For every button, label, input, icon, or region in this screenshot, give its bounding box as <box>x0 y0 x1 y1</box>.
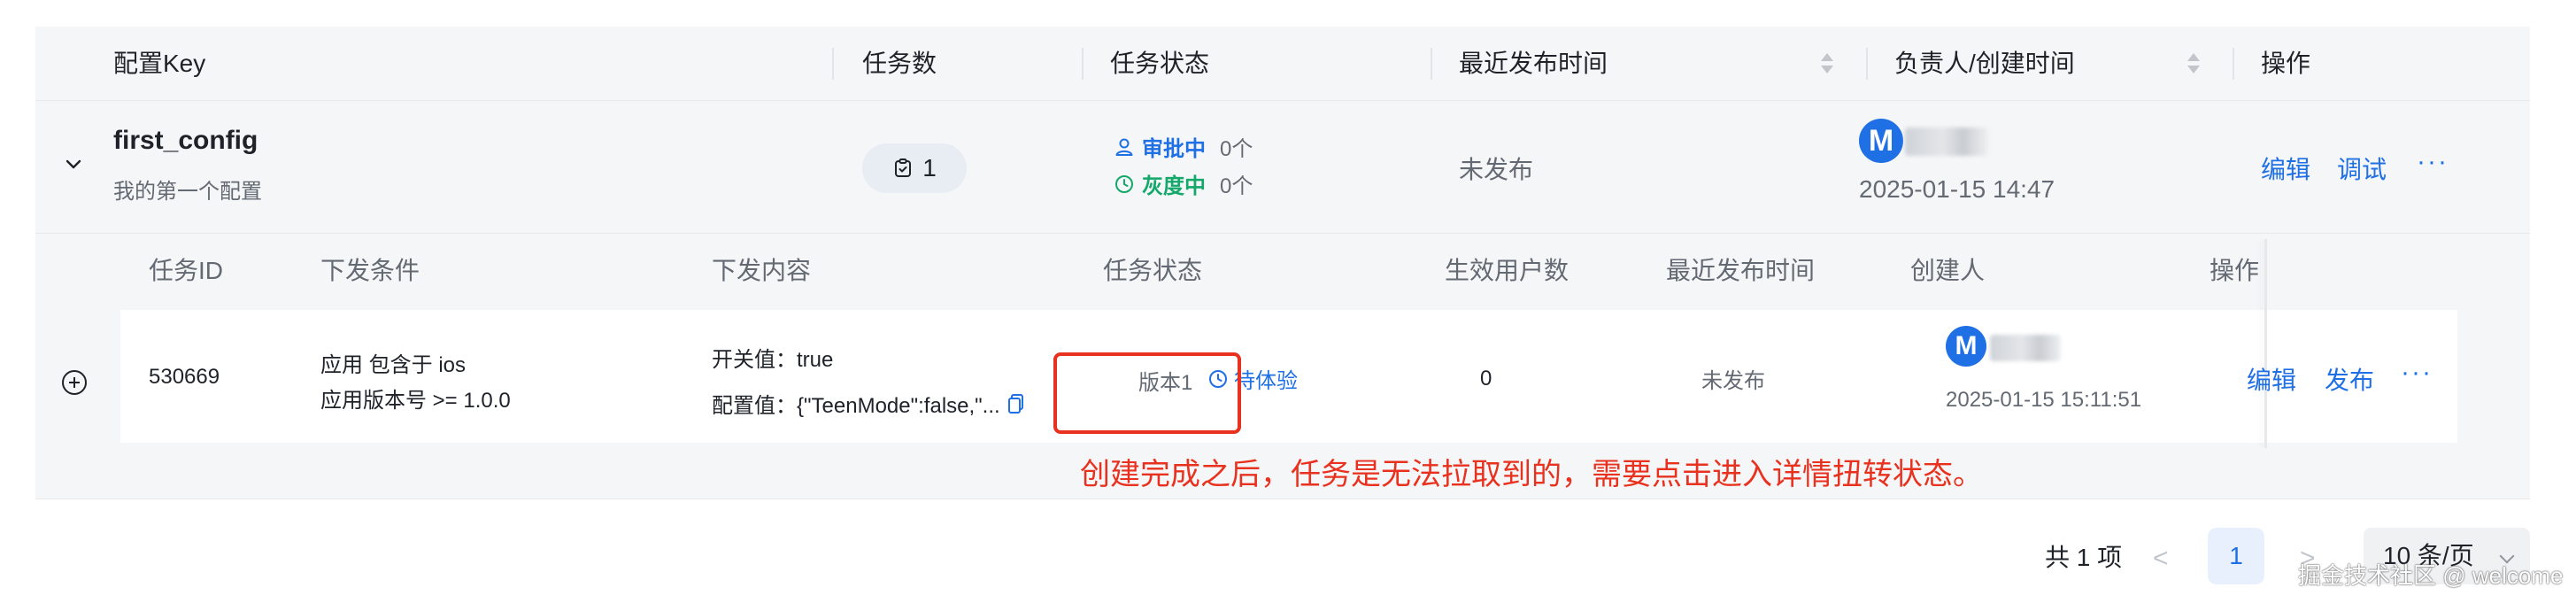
content-config: 配置值：{"TeenMode":false,"... <box>712 388 1025 419</box>
pagination-page-1[interactable]: 1 <box>2208 528 2264 584</box>
avatar: M <box>1946 326 1986 367</box>
status-approving-label: 审批中 <box>1142 137 1206 161</box>
debug-button[interactable]: 调试 <box>2337 151 2387 186</box>
task-last-publish: 未发布 <box>1701 369 1765 393</box>
config-description: 我的第一个配置 <box>113 180 262 204</box>
col-task-status: 任务状态 <box>1110 50 1210 77</box>
table-header: 配置Key 任务数 任务状态 最近发布时间 负责人/创建时间 操作 <box>35 27 2530 101</box>
status-approving-count: 0个 <box>1220 137 1253 161</box>
task-count-badge[interactable]: 1 <box>862 143 967 193</box>
sort-icon[interactable] <box>2187 46 2201 81</box>
clock-icon <box>1115 174 1133 193</box>
task-edit-button[interactable]: 编辑 <box>2247 361 2296 397</box>
status-gray-count: 0个 <box>1220 174 1253 198</box>
created-time: 2025-01-15 14:47 <box>1859 175 2055 203</box>
task-row[interactable]: 530669 应用 包含于 ios 应用版本号 >= 1.0.0 开关值：tru… <box>120 239 2457 448</box>
content-config-text: 配置值：{"TeenMode":false,"... <box>712 394 1000 418</box>
more-actions-button[interactable]: ··· <box>2417 147 2449 177</box>
watermark: 掘金技术社区 @ welcome <box>2298 562 2564 589</box>
owner-name-blurred <box>1905 128 1988 156</box>
condition-line-2: 应用版本号 >= 1.0.0 <box>320 389 511 413</box>
col-divider <box>1431 48 1432 80</box>
subcol-actions: 操作 <box>2210 257 2260 284</box>
table-row[interactable]: first_config 我的第一个配置 1 审批中 0个 灰度中 0个 未发布… <box>35 101 2530 234</box>
col-owner-created[interactable]: 负责人/创建时间 <box>1894 27 2075 101</box>
col-divider <box>1866 48 1868 80</box>
subcol-content: 下发内容 <box>712 257 812 284</box>
sticky-column-divider <box>2264 239 2267 448</box>
content-switch: 开关值：true <box>712 348 834 372</box>
col-divider <box>832 48 834 80</box>
status-gray-label: 灰度中 <box>1142 174 1206 198</box>
col-last-publish-time[interactable]: 最近发布时间 <box>1459 27 1608 101</box>
effective-users: 0 <box>1480 367 1492 390</box>
subcol-status: 任务状态 <box>1103 257 1203 284</box>
subcol-task-id: 任务ID <box>149 257 224 284</box>
copy-icon[interactable] <box>1007 393 1025 414</box>
subcol-creator: 创建人 <box>1910 257 1986 284</box>
plus-circle-icon[interactable] <box>62 370 87 395</box>
subcol-last-publish: 最近发布时间 <box>1666 257 1816 284</box>
status-approving: 审批中 0个 <box>1114 131 1253 162</box>
col-config-key: 配置Key <box>113 50 206 77</box>
task-more-actions-button[interactable]: ··· <box>2401 358 2433 388</box>
annotation-text: 创建完成之后，任务是无法拉取到的，需要点击进入详情扭转状态。 <box>1080 458 1983 491</box>
condition-line-1: 应用 包含于 ios <box>320 353 467 377</box>
task-count-value: 1 <box>922 154 937 182</box>
pagination-total: 共 1 项 <box>2045 544 2123 571</box>
config-key[interactable]: first_config <box>113 126 258 156</box>
highlight-box <box>1053 352 1241 434</box>
chevron-down-icon[interactable] <box>64 154 83 174</box>
col-task-count: 任务数 <box>862 50 937 77</box>
avatar: M <box>1859 119 1903 163</box>
status-gray: 灰度中 0个 <box>1114 168 1253 199</box>
col-divider <box>2233 48 2234 80</box>
col-divider <box>1082 48 1084 80</box>
sort-icon[interactable] <box>1820 46 1834 81</box>
task-created-time: 2025-01-15 15:11:51 <box>1946 388 2142 412</box>
task-id[interactable]: 530669 <box>149 365 220 390</box>
creator-name-blurred <box>1990 335 2061 361</box>
last-publish-value: 未发布 <box>1459 156 1534 183</box>
status-pending-label: 待体验 <box>1234 369 1298 393</box>
user-icon <box>1115 138 1133 156</box>
subcol-users: 生效用户数 <box>1445 257 1570 284</box>
col-actions: 操作 <box>2261 50 2311 77</box>
subcol-condition: 下发条件 <box>320 257 420 284</box>
task-publish-button[interactable]: 发布 <box>2325 361 2374 397</box>
pagination-prev-button[interactable]: < <box>2153 544 2169 574</box>
task-clipboard-icon <box>895 158 912 177</box>
edit-button[interactable]: 编辑 <box>2261 151 2310 186</box>
